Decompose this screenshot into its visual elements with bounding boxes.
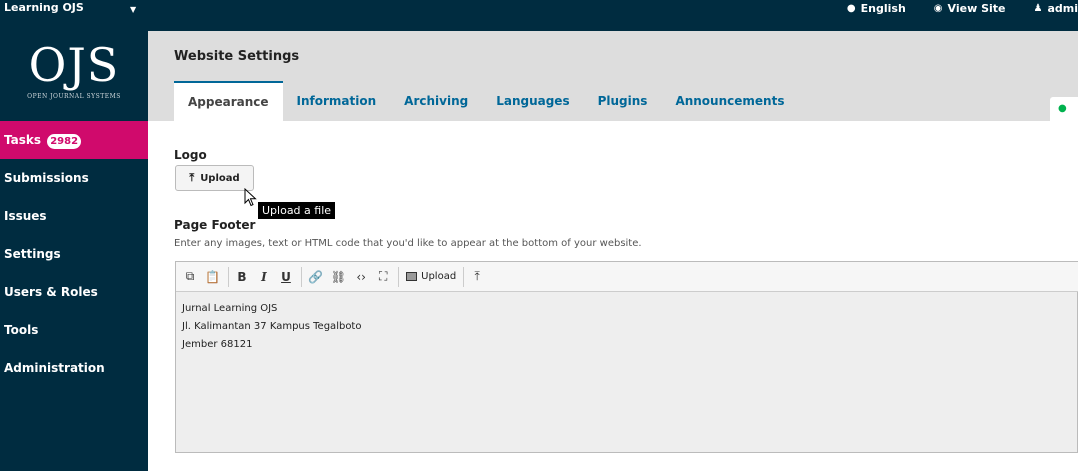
tab-announcements[interactable]: Announcements xyxy=(661,81,798,121)
editor-upload-button[interactable]: Upload xyxy=(402,266,460,288)
help-button[interactable]: ● xyxy=(1050,97,1078,121)
editor-toolbar: ⧉ 📋 B I U 🔗 ⛓ ‹› ⛶ Upload ⤒ xyxy=(176,262,1078,292)
image-icon xyxy=(406,272,418,281)
copy-icon[interactable]: ⧉ xyxy=(180,266,200,288)
sidebar-item-submissions[interactable]: Submissions xyxy=(0,159,148,197)
footer-line: Jember 68121 xyxy=(182,339,253,350)
logo-text: OJS xyxy=(28,38,120,92)
fullscreen-icon[interactable]: ⛶ xyxy=(373,266,393,288)
sidebar-item-issues[interactable]: Issues xyxy=(0,197,148,235)
upload-label: Upload xyxy=(200,172,240,184)
sidebar-item-settings[interactable]: Settings xyxy=(0,235,148,273)
tab-information[interactable]: Information xyxy=(283,81,391,121)
eye-icon: ◉ xyxy=(933,2,943,14)
upload-icon: ⤒ xyxy=(189,171,195,184)
logo-subtitle: OPEN JOURNAL SYSTEMS xyxy=(27,93,121,100)
paste-icon[interactable]: 📋 xyxy=(202,266,223,288)
user-menu[interactable]: ♟ admi xyxy=(1034,2,1078,15)
tab-plugins[interactable]: Plugins xyxy=(584,81,662,121)
logo-section-label: Logo xyxy=(174,148,207,162)
unlink-icon[interactable]: ⛓ xyxy=(328,266,349,288)
tab-languages[interactable]: Languages xyxy=(482,81,583,121)
journal-name: Learning OJS xyxy=(4,1,84,14)
upload-file-icon[interactable]: ⤒ xyxy=(467,266,487,288)
tab-appearance[interactable]: Appearance xyxy=(174,81,283,121)
view-site-link[interactable]: ◉ View Site xyxy=(934,2,1006,15)
code-icon[interactable]: ‹› xyxy=(351,266,371,288)
toolbar-divider xyxy=(300,266,302,287)
sidebar-item-tools[interactable]: Tools xyxy=(0,311,148,349)
tasks-label: Tasks xyxy=(4,133,42,147)
underline-button[interactable]: U xyxy=(276,266,296,288)
page-footer-label: Page Footer xyxy=(174,218,256,232)
footer-editor[interactable]: ⧉ 📋 B I U 🔗 ⛓ ‹› ⛶ Upload ⤒ Jurnal Learn… xyxy=(175,261,1078,453)
tasks-count-badge: 2982 xyxy=(47,134,82,149)
editor-content[interactable]: Jurnal Learning OJS Jl. Kalimantan 37 Ka… xyxy=(182,300,361,354)
caret-down-icon: ▼ xyxy=(130,5,137,14)
ojs-logo[interactable]: OJS OPEN JOURNAL SYSTEMS xyxy=(0,31,148,121)
toolbar-divider xyxy=(227,266,229,287)
top-bar: Learning OJS ▼ ● English ◉ View Site ♟ a… xyxy=(0,0,1078,31)
logo-upload-button[interactable]: ⤒ Upload xyxy=(175,165,254,191)
settings-tabs: Appearance Information Archiving Languag… xyxy=(174,81,798,121)
footer-line: Jurnal Learning OJS xyxy=(182,303,278,314)
bold-button[interactable]: B xyxy=(232,266,252,288)
main-nav: Tasks 2982 Submissions Issues Settings U… xyxy=(0,121,148,387)
mouse-cursor-icon xyxy=(244,188,257,207)
sidebar-item-administration[interactable]: Administration xyxy=(0,349,148,387)
language-menu[interactable]: ● English xyxy=(847,2,906,15)
footer-line: Jl. Kalimantan 37 Kampus Tegalboto xyxy=(182,321,362,332)
view-site-label: View Site xyxy=(947,1,1006,15)
tab-archiving[interactable]: Archiving xyxy=(390,81,482,121)
globe-icon: ● xyxy=(846,2,856,14)
sidebar: OJS OPEN JOURNAL SYSTEMS Tasks 2982 Subm… xyxy=(0,31,148,471)
page-title: Website Settings xyxy=(174,49,300,64)
main-content: Logo ⤒ Upload Upload a file Page Footer … xyxy=(148,121,1078,471)
language-label: English xyxy=(860,1,906,15)
editor-upload-label: Upload xyxy=(421,271,457,282)
info-icon: ● xyxy=(1058,103,1067,114)
sidebar-item-tasks[interactable]: Tasks 2982 xyxy=(0,121,148,159)
journal-switcher[interactable]: Learning OJS ▼ xyxy=(4,0,136,16)
toolbar-divider xyxy=(398,266,400,287)
page-header: Website Settings Appearance Information … xyxy=(148,31,1078,121)
sidebar-item-users-roles[interactable]: Users & Roles xyxy=(0,273,148,311)
toolbar-divider xyxy=(463,266,465,287)
page-footer-description: Enter any images, text or HTML code that… xyxy=(174,238,642,249)
link-icon[interactable]: 🔗 xyxy=(305,266,326,288)
user-icon: ♟ xyxy=(1033,2,1043,14)
user-label: admi xyxy=(1047,1,1078,15)
italic-button[interactable]: I xyxy=(254,266,274,288)
upload-tooltip: Upload a file xyxy=(258,202,336,219)
